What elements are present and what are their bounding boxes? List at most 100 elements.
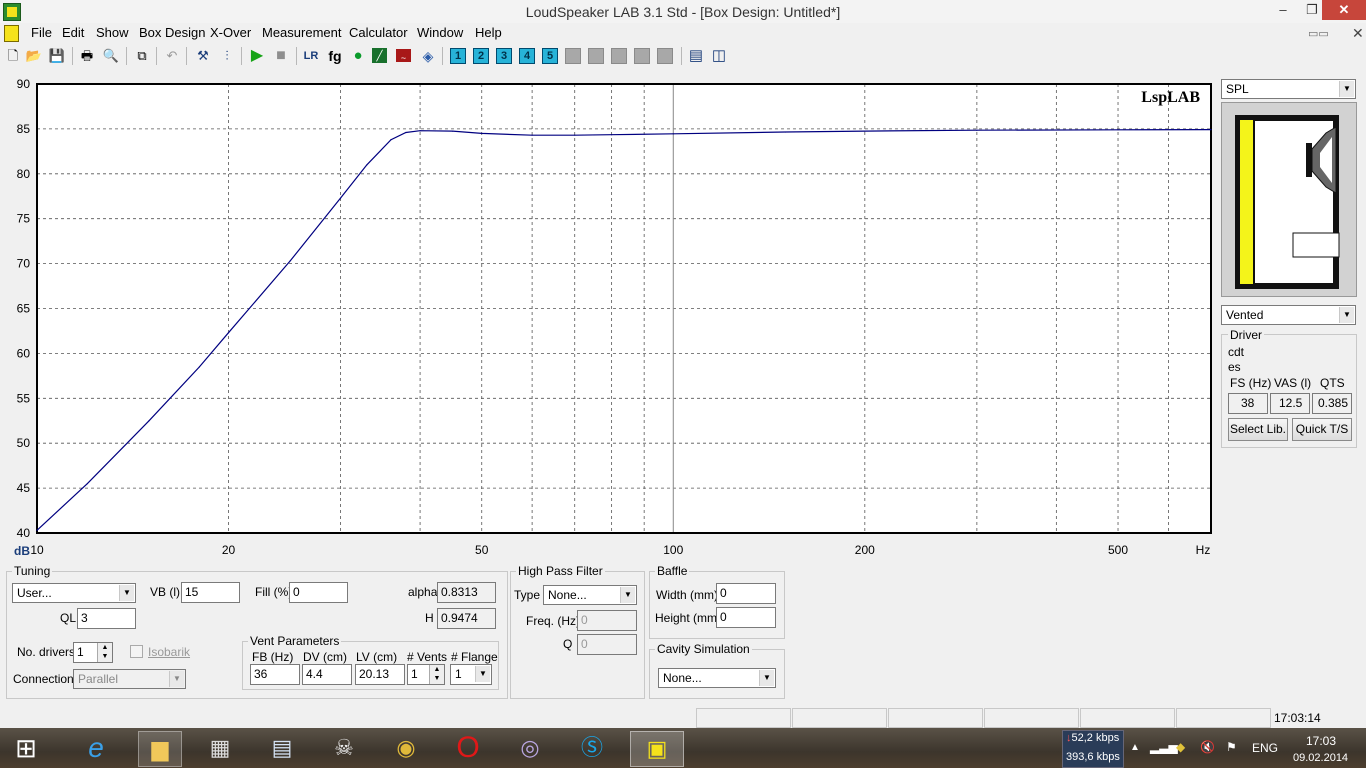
- hpf-type-select[interactable]: None... ▼: [543, 585, 637, 605]
- toolbar-button-5[interactable]: 5: [542, 48, 558, 64]
- cavity-select[interactable]: None... ▼: [658, 668, 776, 688]
- language-indicator[interactable]: ENG: [1252, 741, 1278, 755]
- equalizer-icon[interactable]: ⫶: [218, 47, 236, 65]
- net-down-speed: ↓52,2 kbps: [1066, 732, 1119, 744]
- disabled-slot-button[interactable]: [611, 48, 627, 64]
- calculator-icon[interactable]: ▤: [262, 731, 302, 765]
- response-select[interactable]: SPL ▼: [1221, 79, 1356, 99]
- fs-label: FS (Hz): [1230, 376, 1272, 390]
- graph-icon[interactable]: ╱: [372, 48, 387, 63]
- fill-field[interactable]: 0: [289, 582, 348, 603]
- windows-start-icon[interactable]: ⊞: [6, 731, 46, 765]
- flange-select[interactable]: 1 ▼: [450, 664, 492, 685]
- vent-group-label: Vent Parameters: [248, 634, 342, 648]
- x-tick-label: 200: [855, 543, 875, 557]
- y-tick-label: 50: [17, 436, 31, 450]
- speaker-muted-icon[interactable]: 🔇: [1200, 740, 1215, 754]
- menu-measurement[interactable]: Measurement: [262, 25, 341, 40]
- tools-icon[interactable]: ⚒: [194, 47, 212, 65]
- lr-icon[interactable]: LR: [302, 47, 320, 65]
- toolbar-button-3[interactable]: 3: [496, 48, 512, 64]
- tuning-mode-value: User...: [17, 586, 52, 600]
- play-icon[interactable]: ▶: [248, 47, 266, 65]
- mdi-restore-button[interactable]: ▭▭: [1308, 27, 1329, 40]
- network-app-icon[interactable]: ◎: [510, 731, 550, 765]
- response-select-value: SPL: [1226, 82, 1249, 96]
- disabled-slot-button[interactable]: [565, 48, 581, 64]
- alien-icon[interactable]: ☠: [324, 731, 364, 765]
- impedance-icon[interactable]: ~: [396, 49, 411, 63]
- tile-horizontal-icon[interactable]: ▤: [687, 47, 705, 65]
- internet-explorer-icon[interactable]: e: [76, 731, 116, 765]
- disabled-slot-button[interactable]: [634, 48, 650, 64]
- menu-box-design[interactable]: Box Design: [139, 25, 205, 40]
- clock-time[interactable]: 17:03: [1306, 734, 1336, 748]
- clock-date[interactable]: 09.02.2014: [1293, 752, 1348, 764]
- file-explorer-icon[interactable]: ▆: [138, 731, 182, 767]
- drivers-stepper[interactable]: 1 ▲ ▼: [73, 642, 113, 663]
- quick-ts-button[interactable]: Quick T/S: [1292, 418, 1352, 441]
- circle-icon[interactable]: ●: [349, 47, 367, 65]
- print-icon[interactable]: 🖶: [78, 47, 96, 65]
- vb-field[interactable]: 15: [181, 582, 240, 603]
- print-preview-icon[interactable]: 🔍: [102, 47, 120, 65]
- isobarik-checkbox[interactable]: [130, 645, 143, 658]
- fs-field: 38: [1228, 393, 1268, 414]
- menu-edit[interactable]: Edit: [62, 25, 84, 40]
- menu-show[interactable]: Show: [96, 25, 129, 40]
- document-icon[interactable]: [4, 25, 19, 42]
- fb-field[interactable]: 36: [250, 664, 300, 685]
- dv-label: DV (cm): [303, 650, 347, 664]
- flag-icon[interactable]: ⚑: [1226, 740, 1237, 754]
- qts-field: 0.385: [1312, 393, 1352, 414]
- box-type-select[interactable]: Vented ▼: [1221, 305, 1356, 325]
- toolbar-button-2[interactable]: 2: [473, 48, 489, 64]
- baffle-width-field[interactable]: 0: [716, 583, 776, 604]
- menu-help[interactable]: Help: [475, 25, 502, 40]
- spl-data-point: [784, 131, 786, 133]
- menu-x-over[interactable]: X-Over: [210, 25, 251, 40]
- connection-select[interactable]: Parallel ▼: [73, 669, 186, 689]
- minimize-button[interactable]: –: [1268, 0, 1298, 20]
- dv-field[interactable]: 4.4: [302, 664, 352, 685]
- vents-stepper[interactable]: 1 ▲ ▼: [407, 664, 445, 685]
- spinner-arrows-icon[interactable]: ▲ ▼: [429, 665, 444, 684]
- select-lib-button[interactable]: Select Lib.: [1228, 418, 1288, 441]
- connection-label: Connection: [13, 672, 74, 686]
- disabled-slot-button[interactable]: [657, 48, 673, 64]
- save-icon[interactable]: 💾: [48, 47, 66, 65]
- signal-icon[interactable]: ▂▃▅: [1150, 740, 1178, 754]
- archive-icon[interactable]: ▦: [200, 731, 240, 765]
- toolbar-button-1[interactable]: 1: [450, 48, 466, 64]
- menu-window[interactable]: Window: [417, 25, 463, 40]
- shield-icon[interactable]: ◈: [419, 47, 437, 65]
- stop-icon[interactable]: ■: [272, 47, 290, 65]
- chrome-icon[interactable]: ◉: [386, 731, 426, 765]
- loudspeaker-lab-icon[interactable]: ▣: [630, 731, 684, 767]
- baffle-height-field[interactable]: 0: [716, 607, 776, 628]
- spl-data-point: [198, 366, 201, 368]
- disabled-slot-button[interactable]: [588, 48, 604, 64]
- ql-field[interactable]: 3: [77, 608, 136, 629]
- mdi-close-button[interactable]: ✕: [1352, 25, 1364, 42]
- tile-vertical-icon[interactable]: ◫: [710, 47, 728, 65]
- spinner-arrows-icon[interactable]: ▲ ▼: [97, 643, 112, 662]
- tuning-mode-select[interactable]: User... ▼: [12, 583, 136, 603]
- spl-chart[interactable]: 90 85 80 75 70 65 60 55 50 45 40 10 20 50 100 200 500 Hz d…: [0, 74, 1216, 562]
- opera-icon[interactable]: O: [448, 731, 488, 765]
- skype-icon[interactable]: Ⓢ: [572, 731, 612, 765]
- qts-value: 0.385: [1318, 396, 1349, 410]
- menu-calculator[interactable]: Calculator: [349, 25, 408, 40]
- copy-icon[interactable]: ⧉: [133, 47, 151, 65]
- menu-file[interactable]: File: [31, 25, 52, 40]
- x-tick-label: 50: [475, 543, 489, 557]
- drive-icon[interactable]: ◆: [1176, 740, 1185, 754]
- open-icon[interactable]: 📂: [25, 47, 43, 65]
- fg-icon[interactable]: fg: [326, 47, 344, 65]
- toolbar-button-4[interactable]: 4: [519, 48, 535, 64]
- undo-icon[interactable]: ↶: [163, 47, 181, 65]
- lv-field[interactable]: 20.13: [355, 664, 405, 685]
- new-icon[interactable]: 🗋: [4, 47, 22, 65]
- close-button[interactable]: ✕: [1322, 0, 1366, 20]
- tray-expand-icon[interactable]: ▲: [1130, 742, 1140, 753]
